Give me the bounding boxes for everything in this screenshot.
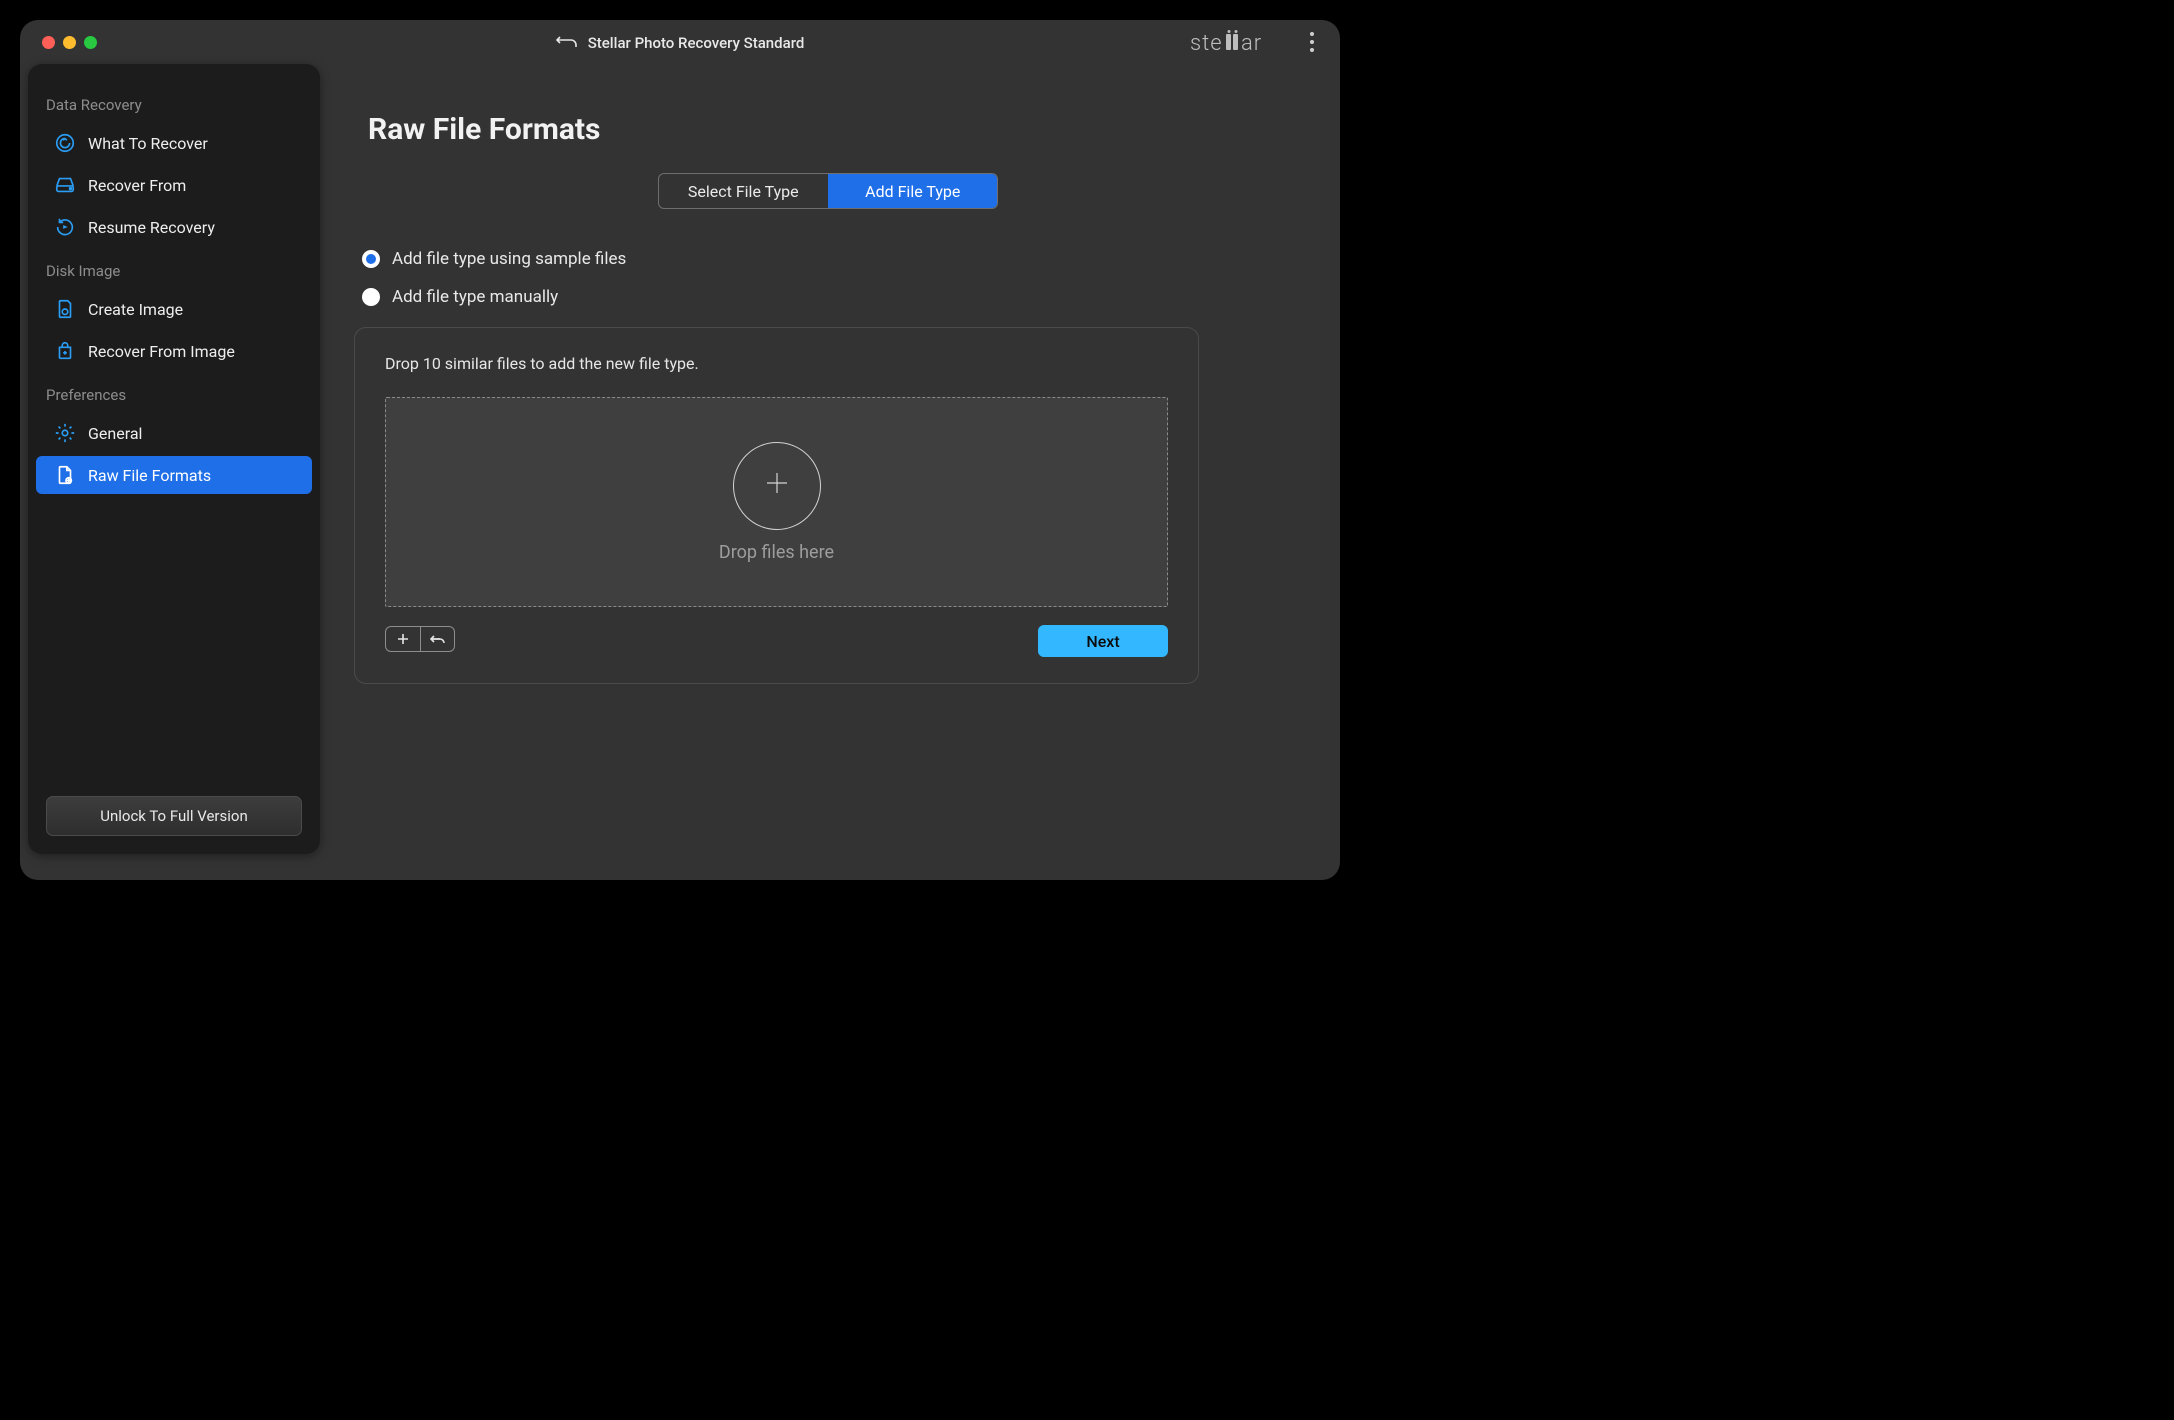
panel-hint: Drop 10 similar files to add the new fil… — [385, 354, 1168, 373]
sidebar-item-recover-from-image[interactable]: Recover From Image — [36, 332, 312, 370]
zoom-window-button[interactable] — [84, 36, 97, 49]
plus-icon — [762, 468, 792, 504]
back-icon[interactable] — [556, 33, 578, 53]
create-image-icon — [54, 298, 76, 320]
close-window-button[interactable] — [42, 36, 55, 49]
radio-sample-files[interactable]: Add file type using sample files — [362, 249, 1318, 269]
radio-indicator — [362, 250, 380, 268]
panel-footer: Next — [385, 621, 1168, 657]
dropzone-label: Drop files here — [719, 542, 834, 563]
svg-text:ar: ar — [1241, 31, 1262, 56]
sidebar-item-label: General — [88, 424, 142, 443]
radio-label: Add file type manually — [392, 287, 558, 307]
sidebar-item-raw-file-formats[interactable]: Raw File Formats — [36, 456, 312, 494]
sidebar: Data Recovery What To Recover Recover Fr… — [28, 64, 320, 854]
sidebar-item-recover-from[interactable]: Recover From — [36, 166, 312, 204]
next-button[interactable]: Next — [1038, 625, 1168, 657]
dropzone-plus-circle — [733, 442, 821, 530]
sidebar-item-create-image[interactable]: Create Image — [36, 290, 312, 328]
filetype-tabs: Select File Type Add File Type — [658, 173, 998, 209]
brand-logo: ste ar — [1190, 30, 1290, 56]
svg-text:ste: ste — [1190, 31, 1223, 56]
add-file-type-panel: Drop 10 similar files to add the new fil… — [354, 327, 1199, 684]
more-menu-button[interactable] — [1300, 30, 1324, 54]
app-window: Stellar Photo Recovery Standard ste ar D… — [20, 20, 1340, 880]
undo-button[interactable] — [420, 627, 454, 651]
recover-target-icon — [54, 132, 76, 154]
main-content: Raw File Formats Select File Type Add Fi… — [338, 90, 1318, 858]
recover-image-icon — [54, 340, 76, 362]
sidebar-item-label: Recover From Image — [88, 342, 235, 361]
drive-icon — [54, 174, 76, 196]
sidebar-item-label: Recover From — [88, 176, 186, 195]
file-dropzone[interactable]: Drop files here — [385, 397, 1168, 607]
sidebar-item-label: Raw File Formats — [88, 466, 211, 485]
sidebar-item-general[interactable]: General — [36, 414, 312, 452]
add-mode-radio-group: Add file type using sample files Add fil… — [362, 249, 1318, 307]
dropzone-mini-controls — [385, 626, 455, 652]
gear-icon — [54, 422, 76, 444]
add-file-button[interactable] — [386, 627, 420, 651]
resume-icon — [54, 216, 76, 238]
titlebar-title: Stellar Photo Recovery Standard — [588, 34, 805, 52]
tab-select-file-type[interactable]: Select File Type — [659, 174, 828, 208]
tab-add-file-type[interactable]: Add File Type — [828, 174, 998, 208]
titlebar: Stellar Photo Recovery Standard ste ar — [20, 20, 1340, 66]
sidebar-item-label: What To Recover — [88, 134, 208, 153]
sidebar-item-what-to-recover[interactable]: What To Recover — [36, 124, 312, 162]
unlock-full-version-button[interactable]: Unlock To Full Version — [46, 796, 302, 836]
window-controls — [42, 36, 97, 49]
radio-manual[interactable]: Add file type manually — [362, 287, 1318, 307]
radio-label: Add file type using sample files — [392, 249, 626, 269]
sidebar-item-label: Resume Recovery — [88, 218, 215, 237]
sidebar-section-data-recovery: Data Recovery — [28, 82, 320, 122]
titlebar-title-group: Stellar Photo Recovery Standard — [20, 20, 1340, 66]
sidebar-item-label: Create Image — [88, 300, 183, 319]
page-title: Raw File Formats — [368, 112, 1318, 147]
sidebar-section-preferences: Preferences — [28, 372, 320, 412]
sidebar-item-resume-recovery[interactable]: Resume Recovery — [36, 208, 312, 246]
sidebar-section-disk-image: Disk Image — [28, 248, 320, 288]
radio-indicator — [362, 288, 380, 306]
raw-file-icon — [54, 464, 76, 486]
minimize-window-button[interactable] — [63, 36, 76, 49]
